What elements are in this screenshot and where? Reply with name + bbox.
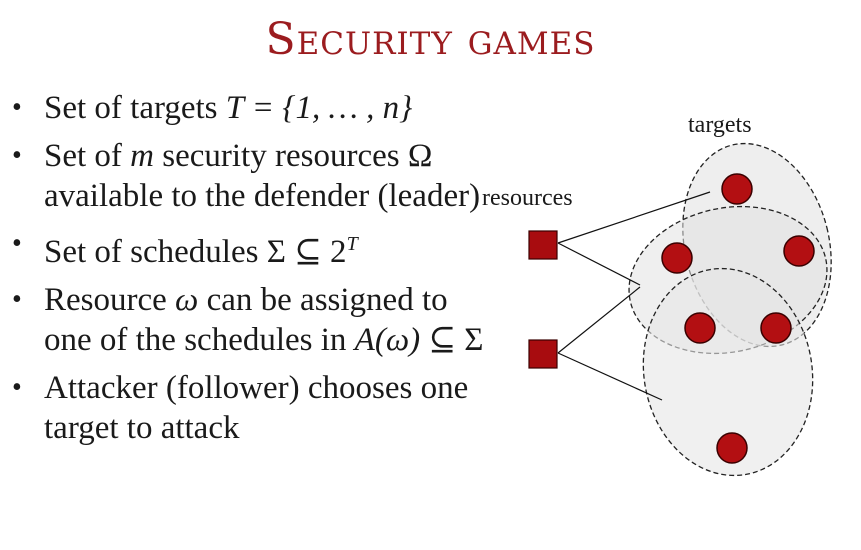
bullet-math: m [130,138,155,174]
resources-label: resources [482,185,573,211]
bullet-item-targets: • Set of targets T = {1, … , n} [8,88,488,128]
target-node [783,235,815,267]
resource-node [528,230,558,260]
bullet-item-attacker: • Attacker (follower) chooses one target… [8,368,488,448]
diagram-svg [528,142,832,477]
target-node [760,312,792,344]
bullet-superscript: T [346,233,358,255]
resource-node [528,339,558,369]
bullet-item-schedules: • Set of schedules Σ ⊆ 2T [8,224,488,272]
bullet-text: Set of [44,138,131,174]
targets-label: targets [688,112,752,138]
target-node [721,173,753,205]
bullet-math: T = {1, … , n} [225,90,413,126]
bullet-text: Set of schedules Σ ⊆ 2 [44,234,347,270]
assignment-line [557,286,641,354]
security-game-diagram: targets resources [470,100,861,550]
bullet-item-resources: • Set of m security resources Ω availabl… [8,136,488,216]
bullet-text: Attacker (follower) chooses one target t… [44,370,469,446]
bullet-text: Set of targets [44,90,226,126]
bullet-dot-icon: • [12,92,22,123]
bullet-list: • Set of targets T = {1, … , n} • Set of… [8,88,488,456]
bullet-dot-icon: • [12,140,22,171]
bullet-dot-icon: • [12,228,22,259]
page-title: Security games [265,14,596,65]
bullet-math: A(ω) [354,322,421,358]
bullet-dot-icon: • [12,372,22,403]
bullet-dot-icon: • [12,284,22,315]
slide: Security games • Set of targets T = {1, … [0,0,861,550]
target-node [661,242,693,274]
target-node [684,312,716,344]
bullet-text: Resource [44,282,176,318]
assignment-line [557,242,641,286]
target-node [716,432,748,464]
bullet-math: ω [175,282,199,318]
bullet-item-assignment: • Resource ω can be assigned to one of t… [8,280,488,360]
